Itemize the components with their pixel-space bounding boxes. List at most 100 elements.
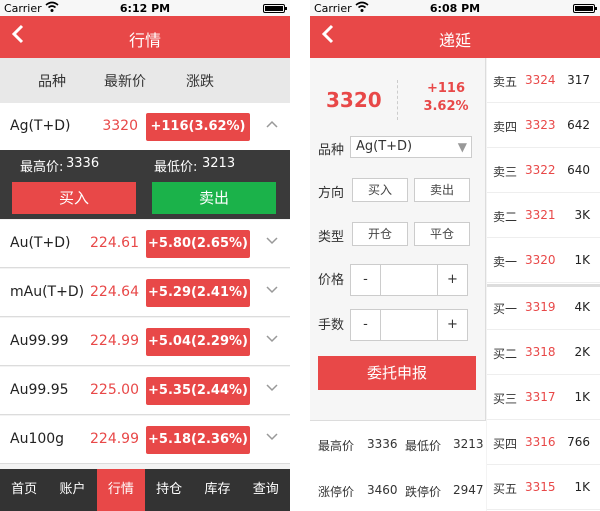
stat-limit-up-label: 涨停价 [318, 485, 355, 499]
tab-account[interactable]: 账户 [48, 469, 96, 511]
deferred-trade-screen: Carrier 6:08 PM 递延 3320 +116 3.62% 品种 Ag… [310, 0, 600, 511]
chevron-down-icon[interactable] [266, 283, 278, 297]
battery-icon [573, 4, 597, 13]
row-price: 224.61 [90, 235, 139, 251]
row-name: Ag(T+D) [10, 118, 71, 134]
ask-volume: 642 [567, 118, 590, 132]
price-stepper[interactable]: - + [350, 264, 468, 296]
price-stats: 最高价 3336 最低价 3213 涨停价 3460 跌停价 2947 [310, 420, 486, 511]
variety-label: 品种 [318, 143, 345, 158]
bid-level: 买三 [493, 392, 518, 406]
row-name: Au99.95 [10, 382, 69, 398]
chevron-down-icon[interactable] [266, 234, 278, 248]
buy-button[interactable]: 买入 [12, 182, 136, 214]
bid-row: 买二 3318 2K [487, 330, 600, 375]
tab-bar: 首页 账户 行情 持仓 库存 查询 [0, 469, 290, 511]
dropdown-arrow-icon: ▼ [457, 140, 467, 154]
change-percent: 3.62% [423, 99, 469, 114]
row-price: 3320 [102, 118, 138, 134]
tab-inventory[interactable]: 库存 [193, 469, 241, 511]
bid-level: 买四 [493, 437, 518, 451]
ask-level: 卖二 [493, 210, 518, 224]
row-detail-panel: 最高价: 3336 最低价: 3213 买入 卖出 [0, 150, 290, 219]
type-close-button[interactable]: 平仓 [414, 222, 470, 246]
row-change-badge: +5.29(2.41%) [146, 279, 250, 307]
price-change: +116 3.62% [418, 80, 474, 116]
table-row[interactable]: Au99.99 224.99 +5.04(2.29%) [0, 318, 290, 366]
quantity-stepper[interactable]: - + [350, 309, 468, 341]
column-change: 涨跌 [186, 73, 214, 90]
variety-value: Ag(T+D) [356, 139, 413, 154]
price-increment-button[interactable]: + [437, 265, 467, 295]
stat-low-value: 3213 [453, 437, 484, 451]
status-time: 6:08 PM [429, 2, 481, 15]
change-value: +116 [426, 81, 466, 96]
page-title: 递延 [438, 31, 471, 50]
ask-price: 3323 [525, 118, 556, 132]
ask-row: 卖五 3324 317 [487, 58, 600, 103]
bid-volume: 766 [567, 435, 590, 449]
direction-label: 方向 [318, 186, 345, 201]
bid-level: 买一 [493, 302, 518, 316]
ask-level: 卖四 [493, 120, 518, 134]
market-screen: Carrier 6:12 PM 行情 品种 最新价 涨跌 Ag(T+D) 332… [0, 0, 290, 511]
nav-bar: 行情 [0, 16, 290, 58]
row-name: mAu(T+D) [10, 284, 85, 300]
column-header: 品种 最新价 涨跌 [0, 58, 290, 104]
type-open-button[interactable]: 开仓 [352, 222, 408, 246]
page-title: 行情 [128, 31, 161, 50]
ask-row: 卖四 3323 642 [487, 103, 600, 148]
high-label: 最高价: [20, 160, 64, 175]
bid-row: 买四 3316 766 [487, 420, 600, 465]
chevron-down-icon[interactable] [266, 430, 278, 444]
bid-volume: 4K [574, 300, 590, 314]
row-price: 225.00 [90, 382, 139, 398]
ask-volume: 3K [574, 208, 590, 222]
order-panel: 3320 +116 3.62% 品种 Ag(T+D) ▼ 方向 买入 卖出 类型… [310, 58, 486, 511]
ask-price: 3324 [525, 73, 556, 87]
status-bar: Carrier 6:08 PM [310, 0, 600, 16]
bid-price: 3317 [525, 390, 556, 404]
row-name: Au(T+D) [10, 235, 71, 251]
quantity-decrement-button[interactable]: - [351, 310, 381, 340]
nav-bar: 递延 [310, 16, 600, 58]
current-price: 3320 [326, 88, 382, 112]
chevron-down-icon[interactable] [266, 381, 278, 395]
stat-limit-down-value: 2947 [453, 483, 484, 497]
chevron-up-icon[interactable] [266, 117, 278, 131]
ask-row: 卖二 3321 3K [487, 193, 600, 238]
tab-positions[interactable]: 持仓 [145, 469, 193, 511]
battery-icon [263, 4, 287, 13]
row-name: Au99.99 [10, 333, 69, 349]
table-row[interactable]: Au(T+D) 224.61 +5.80(2.65%) [0, 220, 290, 268]
submit-order-button[interactable]: 委托申报 [318, 356, 476, 390]
stat-low-label: 最低价 [405, 439, 442, 453]
table-row[interactable]: mAu(T+D) 224.64 +5.29(2.41%) [0, 269, 290, 317]
chevron-down-icon[interactable] [266, 332, 278, 346]
sell-button[interactable]: 卖出 [152, 182, 276, 214]
variety-select[interactable]: Ag(T+D) ▼ [350, 136, 472, 158]
bid-level: 买二 [493, 347, 518, 361]
quantity-increment-button[interactable]: + [437, 310, 467, 340]
price-label: 价格 [318, 273, 345, 288]
bid-volume: 1K [574, 480, 590, 494]
ask-row: 卖一 3320 1K [487, 238, 600, 283]
direction-buy-button[interactable]: 买入 [352, 178, 408, 202]
row-price: 224.99 [90, 431, 139, 447]
bid-volume: 2K [574, 345, 590, 359]
row-change-badge: +5.18(2.36%) [146, 426, 250, 454]
table-row[interactable]: Au100g 224.99 +5.18(2.36%) [0, 416, 290, 464]
ask-level: 卖三 [493, 165, 518, 179]
direction-sell-button[interactable]: 卖出 [414, 178, 470, 202]
table-row[interactable]: Ag(T+D) 3320 +116(3.62%) [0, 103, 290, 151]
row-price: 224.99 [90, 333, 139, 349]
bid-row: 买三 3317 1K [487, 375, 600, 420]
tab-home[interactable]: 首页 [0, 469, 48, 511]
price-decrement-button[interactable]: - [351, 265, 381, 295]
tab-query[interactable]: 查询 [242, 469, 290, 511]
status-bar: Carrier 6:12 PM [0, 0, 290, 16]
type-label: 类型 [318, 230, 345, 245]
ask-row: 卖三 3322 640 [487, 148, 600, 193]
tab-market[interactable]: 行情 [96, 469, 145, 511]
table-row[interactable]: Au99.95 225.00 +5.35(2.44%) [0, 367, 290, 415]
